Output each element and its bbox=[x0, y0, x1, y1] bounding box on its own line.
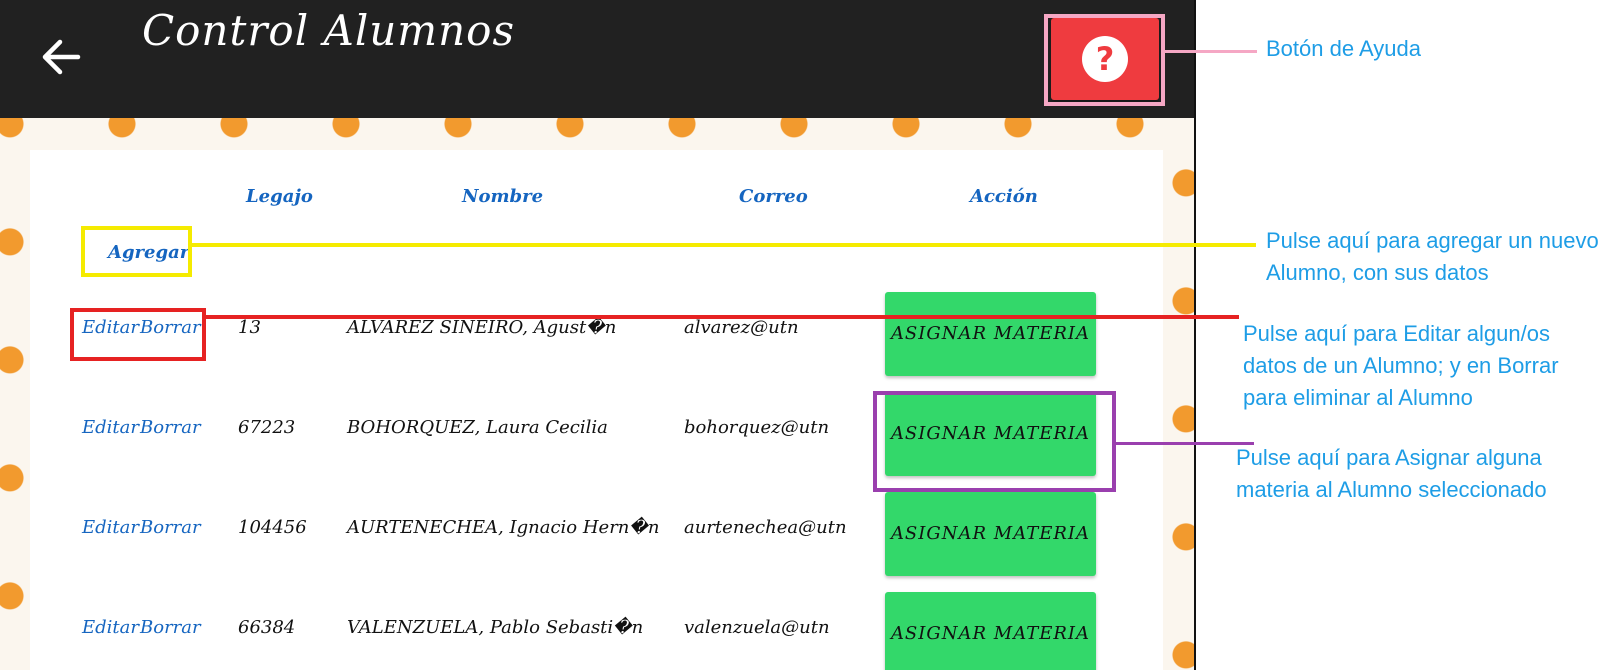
assign-subject-button[interactable]: ASIGNAR MATERIA bbox=[885, 492, 1096, 576]
cell-legajo: 67223 bbox=[238, 417, 296, 438]
help-annotation: Botón de Ayuda bbox=[1266, 36, 1421, 61]
cell-nombre: VALENZUELA, Pablo Sebasti�n bbox=[347, 617, 644, 638]
edit-highlight-frame bbox=[70, 308, 206, 361]
add-highlight-frame bbox=[81, 226, 192, 277]
delete-link[interactable]: Borrar bbox=[140, 417, 201, 438]
edit-link[interactable]: Editar bbox=[82, 617, 139, 638]
app-window: Control Alumnos Legajo Nombre Correo Acc… bbox=[0, 0, 1196, 670]
cell-nombre: ALVAREZ SINEIRO, Agust�n bbox=[347, 317, 617, 338]
help-connector-line bbox=[1165, 50, 1257, 53]
cell-nombre: BOHORQUEZ, Laura Cecilia bbox=[347, 417, 608, 438]
cell-legajo: 13 bbox=[238, 317, 261, 338]
assign-annotation: Pulse aquí para Asignar alguna materia a… bbox=[1236, 445, 1547, 502]
assign-highlight-frame bbox=[873, 391, 1116, 492]
assign-subject-button[interactable]: ASIGNAR MATERIA bbox=[885, 592, 1096, 670]
assign-subject-button[interactable]: ASIGNAR MATERIA bbox=[885, 292, 1096, 376]
top-app-bar: Control Alumnos bbox=[0, 0, 1194, 118]
arrow-left-icon[interactable] bbox=[38, 34, 84, 80]
column-header-accion: Acción bbox=[970, 186, 1038, 207]
cell-correo: valenzuela@utn bbox=[684, 617, 830, 638]
cell-correo: alvarez@utn bbox=[684, 317, 799, 338]
delete-link[interactable]: Borrar bbox=[140, 517, 201, 538]
edit-link[interactable]: Editar bbox=[82, 517, 139, 538]
add-annotation: Pulse aquí para agregar un nuevo Alumno,… bbox=[1266, 228, 1599, 285]
help-highlight-frame bbox=[1044, 14, 1165, 106]
page-title: Control Alumnos bbox=[142, 6, 516, 55]
edit-link[interactable]: Editar bbox=[82, 417, 139, 438]
edit-connector-line bbox=[206, 315, 1239, 319]
cell-nombre: AURTENECHEA, Ignacio Hern�n bbox=[347, 517, 660, 538]
column-header-legajo: Legajo bbox=[246, 186, 313, 207]
column-header-nombre: Nombre bbox=[462, 186, 544, 207]
delete-link[interactable]: Borrar bbox=[140, 617, 201, 638]
cell-correo: aurtenechea@utn bbox=[684, 517, 847, 538]
column-header-correo: Correo bbox=[739, 186, 808, 207]
assign-connector-line bbox=[1116, 442, 1254, 445]
cell-legajo: 66384 bbox=[238, 617, 296, 638]
cell-legajo: 104456 bbox=[238, 517, 307, 538]
cell-correo: bohorquez@utn bbox=[684, 417, 830, 438]
edit-annotation: Pulse aquí para Editar algun/os datos de… bbox=[1243, 321, 1559, 410]
add-connector-line bbox=[192, 243, 1256, 247]
